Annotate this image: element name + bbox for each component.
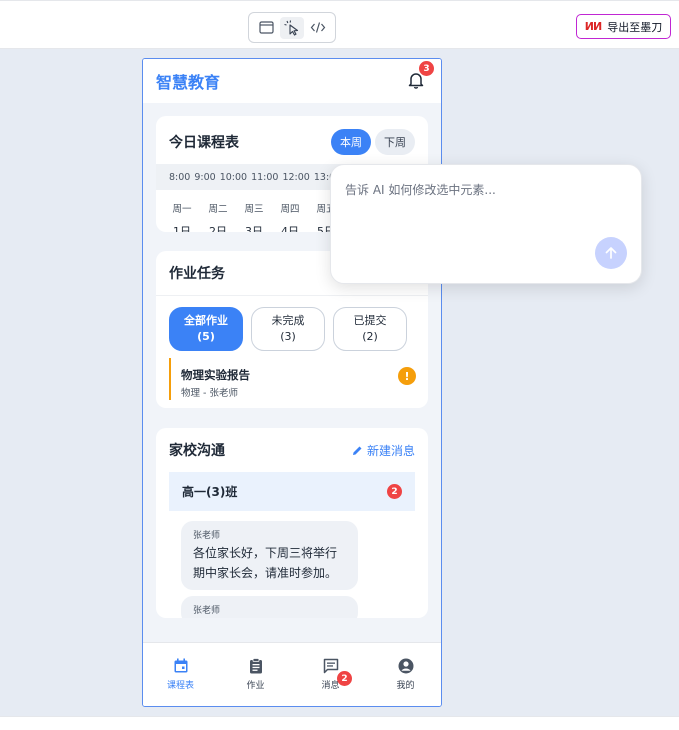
calendar-icon: [174, 658, 187, 673]
day-column[interactable]: 周四 4日: [278, 201, 302, 232]
day-column[interactable]: 周三 3日: [242, 201, 266, 232]
code-view-button[interactable]: [306, 17, 330, 39]
time-label: 9:00: [194, 171, 216, 183]
filter-all-homework[interactable]: 全部作业 (5): [169, 307, 243, 351]
unread-badge: 2: [387, 484, 402, 499]
nav-label: 我的: [396, 681, 415, 691]
day-name: 周三: [244, 204, 264, 215]
message-list: 张老师 各位家长好，下周三将举行期中家长会，请准时参加。 张老师: [169, 521, 415, 618]
day-date: 1日: [173, 225, 191, 232]
class-name: 高一(3)班: [182, 485, 238, 499]
filter-label: 已提交: [353, 314, 387, 327]
preview-window-button[interactable]: [254, 17, 278, 39]
day-column[interactable]: 周一 1日: [170, 201, 194, 232]
nav-item-profile[interactable]: 我的: [368, 643, 441, 706]
message-bubble: 张老师: [181, 596, 358, 618]
time-label: 10:00: [219, 171, 248, 183]
user-icon: [398, 658, 413, 674]
message-text: 各位家长好，下周三将举行期中家长会，请准时参加。: [193, 546, 338, 580]
messages-badge: 2: [337, 671, 352, 686]
day-name: 周四: [280, 204, 300, 215]
filter-incomplete[interactable]: 未完成 (3): [251, 307, 325, 351]
day-name: 周一: [172, 204, 192, 215]
editor-toolbar: ͶͶ 导出至墨刀: [0, 0, 679, 49]
nav-label: 作业: [246, 681, 265, 691]
new-message-button[interactable]: 新建消息: [352, 442, 415, 459]
filter-label: 全部作业: [184, 314, 228, 327]
window-icon: [258, 21, 274, 34]
nav-item-homework[interactable]: 作业: [218, 643, 293, 706]
filter-submitted[interactable]: 已提交 (2): [333, 307, 407, 351]
class-conversation[interactable]: 高一(3)班 2: [169, 472, 415, 511]
communication-card: 家校沟通 新建消息 高一(3)班 2 张老师 各位家长好，下周三将举行期中家长会…: [156, 428, 428, 618]
app-title: 智慧教育: [156, 73, 221, 92]
bottom-nav: 课程表 作业 消息 2 我的: [143, 642, 441, 706]
day-column[interactable]: 周二 2日: [206, 201, 230, 232]
cursor-select-icon: [284, 19, 299, 36]
homework-title: 作业任务: [169, 266, 225, 282]
filter-count: (2): [362, 330, 378, 343]
message-sender: 张老师: [193, 531, 221, 541]
tab-this-week[interactable]: 本周: [331, 129, 371, 155]
nav-item-messages[interactable]: 消息 2: [293, 643, 368, 706]
day-name: 周二: [208, 204, 228, 215]
nav-label: 课程表: [166, 681, 194, 691]
view-mode-group: [248, 12, 336, 43]
code-icon: [310, 22, 326, 33]
message-bubble: 张老师 各位家长好，下周三将举行期中家长会，请准时参加。: [181, 521, 358, 590]
new-message-label: 新建消息: [366, 443, 415, 458]
day-date: 2日: [209, 225, 227, 232]
task-subtitle: 物理 - 张老师: [181, 388, 238, 399]
message-icon: [323, 658, 338, 674]
ai-prompt-popup: [330, 164, 642, 284]
arrow-up-icon: [605, 247, 617, 259]
tab-next-week[interactable]: 下周: [375, 129, 415, 155]
notification-badge: 3: [419, 61, 434, 76]
filter-label: 未完成: [271, 314, 305, 327]
day-date: 3日: [245, 225, 263, 232]
phone-frame: 智慧教育 3 今日课程表 本周 下周 8:00 9:00 10:00 11:00…: [142, 58, 442, 707]
bottom-strip: [0, 716, 679, 730]
communication-title: 家校沟通: [169, 443, 225, 459]
homework-task-item[interactable]: 物理实验报告 物理 - 张老师 !: [169, 358, 416, 400]
export-to-modao-button[interactable]: ͶͶ 导出至墨刀: [576, 14, 671, 39]
warning-icon: !: [398, 367, 416, 385]
week-toggle: 本周 下周: [331, 129, 415, 155]
notification-button[interactable]: 3: [407, 61, 434, 91]
filter-count: (3): [280, 330, 296, 343]
homework-filters: 全部作业 (5) 未完成 (3) 已提交 (2): [156, 296, 428, 351]
task-title: 物理实验报告: [181, 368, 250, 382]
time-label: 11:00: [251, 171, 279, 183]
message-sender: 张老师: [193, 606, 221, 616]
time-label: 12:00: [282, 171, 310, 183]
day-date: 4日: [281, 225, 299, 232]
export-label: 导出至墨刀: [607, 20, 663, 34]
select-element-button[interactable]: [280, 16, 304, 39]
time-label: 8:00: [169, 171, 191, 183]
ai-prompt-input[interactable]: [345, 183, 625, 197]
schedule-title: 今日课程表: [169, 135, 239, 151]
modao-logo-icon: ͶͶ: [584, 20, 602, 33]
filter-count: (5): [197, 330, 215, 343]
app-header: 智慧教育 3: [143, 59, 441, 103]
nav-item-schedule[interactable]: 课程表: [143, 643, 218, 706]
pencil-icon: [352, 446, 362, 455]
clipboard-icon: [249, 658, 262, 674]
ai-send-button[interactable]: [595, 237, 627, 269]
